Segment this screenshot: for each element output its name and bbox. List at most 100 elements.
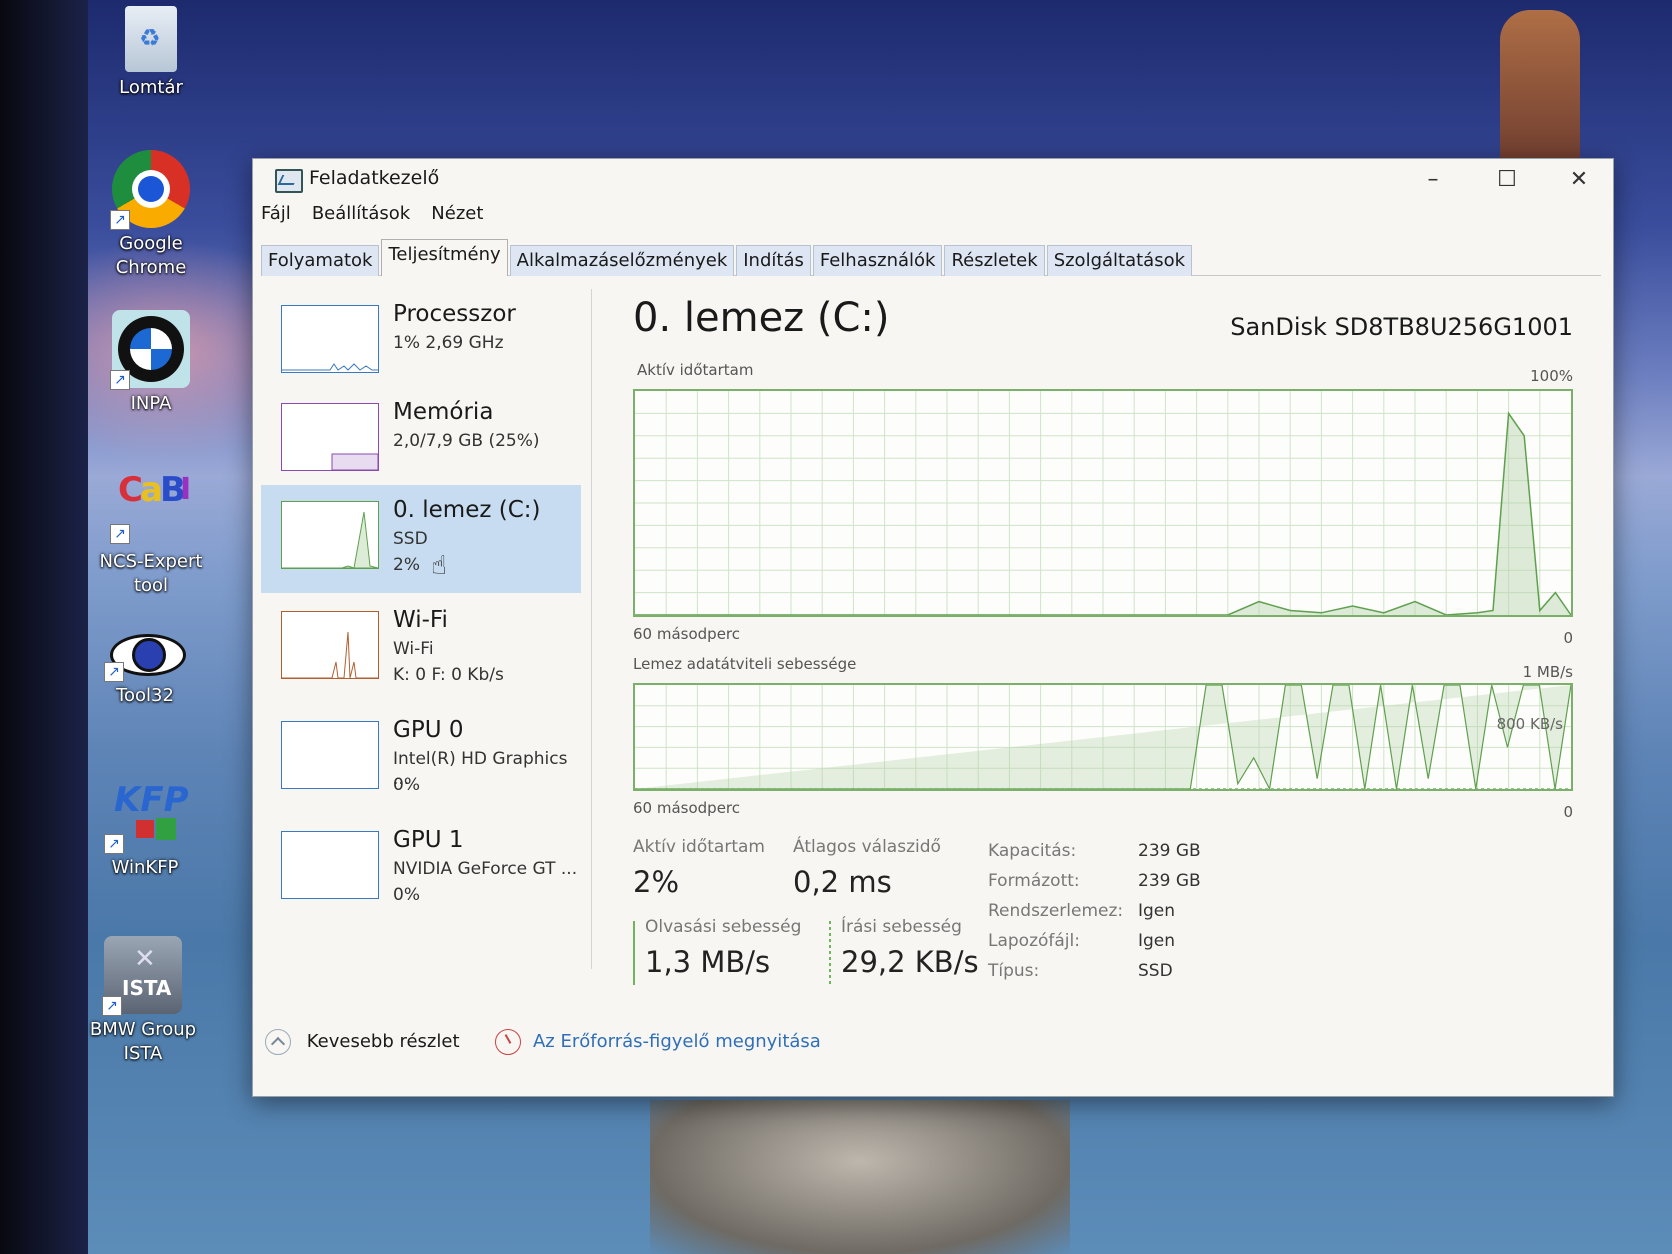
sidebar-item-value: 2% <box>393 555 420 575</box>
sidebar-item-subtitle: Wi-Fi <box>393 639 434 659</box>
sidebar-item-subtitle: NVIDIA GeForce GT ... <box>393 859 578 879</box>
task-manager-window: Feladatkezelő – ☐ ✕ Fájl Beállítások Néz… <box>252 158 1614 1097</box>
active-time-min-label: 0 <box>1563 629 1573 647</box>
eye-icon: ↗ <box>104 620 186 682</box>
sidebar-item-title: GPU 0 <box>393 717 464 743</box>
title-bar[interactable]: Feladatkezelő – ☐ ✕ <box>253 159 1613 201</box>
sidebar-item-disk-0[interactable]: 0. lemez (C:) SSD 2% ☝ <box>261 485 581 593</box>
property-type-value: SSD <box>1138 961 1173 981</box>
menu-view[interactable]: Nézet <box>431 203 483 224</box>
menu-file[interactable]: Fájl <box>261 203 291 224</box>
sidebar-item-wifi[interactable]: Wi-Fi Wi-Fi K: 0 F: 0 Kb/s <box>261 595 581 703</box>
hand-cursor-icon: ☝ <box>431 551 447 581</box>
write-speed-label: Írási sebesség <box>841 917 962 937</box>
desktop-icon-label: Tool32 <box>116 685 174 706</box>
ista-tools-icon: ISTA ✕ ↗ <box>102 936 182 1016</box>
transfer-rate-max-label: 1 MB/s <box>1522 663 1573 681</box>
sidebar-item-value: 0% <box>393 885 420 905</box>
disk-thumbnail-graph <box>281 501 379 569</box>
task-manager-app-icon <box>275 169 303 193</box>
performance-sidebar: Processzor 1% 2,69 GHz Memória 2,0/7,9 G… <box>261 289 592 969</box>
desktop-icon-recycle-bin[interactable]: ♻ Lomtár <box>86 6 216 100</box>
active-time-stat-value: 2% <box>633 865 680 899</box>
sidebar-item-gpu-0[interactable]: GPU 0 Intel(R) HD Graphics ... 0% <box>261 705 581 813</box>
sidebar-item-title: Processzor <box>393 301 516 327</box>
sidebar-item-value: K: 0 F: 0 Kb/s <box>393 665 504 685</box>
open-resource-monitor-link[interactable]: Az Erőforrás-figyelő megnyitása <box>495 1029 821 1055</box>
resource-monitor-icon <box>495 1029 522 1055</box>
shortcut-arrow-icon: ↗ <box>104 834 124 854</box>
sidebar-item-title: Wi-Fi <box>393 607 448 633</box>
bmw-logo-icon: ↗ <box>110 310 190 390</box>
sidebar-item-cpu[interactable]: Processzor 1% 2,69 GHz <box>261 289 581 397</box>
chrome-icon: ↗ <box>110 150 190 230</box>
desktop-icon-inpa[interactable]: ↗ INPA <box>86 310 216 416</box>
recycle-bin-icon: ♻ <box>125 6 177 72</box>
property-capacity-key: Kapacitás: <box>988 841 1077 861</box>
gpu1-thumbnail-graph <box>281 831 379 899</box>
property-system-disk-key: Rendszerlemez: <box>988 901 1124 921</box>
gpu0-thumbnail-graph <box>281 721 379 789</box>
shortcut-arrow-icon: ↗ <box>110 524 130 544</box>
desktop-icon-tool32[interactable]: ↗ Tool32 <box>80 620 210 708</box>
wifi-thumbnail-graph <box>281 611 379 679</box>
sidebar-item-subtitle: SSD <box>393 529 428 549</box>
desktop-icon-ncs-expert[interactable]: C a B I ↗ NCS-Expert tool <box>86 470 216 598</box>
tab-users[interactable]: Felhasználók <box>812 245 943 276</box>
shortcut-arrow-icon: ↗ <box>104 662 124 682</box>
sidebar-item-memory[interactable]: Memória 2,0/7,9 GB (25%) <box>261 387 581 495</box>
transfer-rate-duration-label: 60 másodperc <box>633 799 741 817</box>
sidebar-item-subtitle: 1% 2,69 GHz <box>393 333 504 353</box>
property-page-file-value: Igen <box>1138 931 1176 951</box>
minimize-button[interactable]: – <box>1403 163 1463 197</box>
chevron-up-icon <box>265 1029 291 1055</box>
desktop-icon-label: Google Chrome <box>115 233 187 278</box>
desktop-icon-ista[interactable]: ISTA ✕ ↗ BMW Group ISTA <box>78 936 208 1066</box>
desktop-icon-winkfp[interactable]: KFP ↗ WinKFP <box>80 780 210 880</box>
menu-settings[interactable]: Beállítások <box>312 203 410 224</box>
property-formatted-key: Formázott: <box>988 871 1080 891</box>
desktop-icon-label: NCS-Expert tool <box>99 551 203 596</box>
desktop-icon-label: Lomtár <box>119 77 183 98</box>
tab-bar: Folyamatok Teljesítmény Alkalmazáselőzmé… <box>261 239 1601 276</box>
desktop-icon-label: INPA <box>130 393 172 414</box>
cpu-thumbnail-graph <box>281 305 379 373</box>
disk-detail-panel: 0. lemez (C:) SanDisk SD8TB8U256G1001 Ak… <box>633 289 1593 989</box>
tab-services[interactable]: Szolgáltatások <box>1046 245 1193 276</box>
desktop-dark-edge <box>0 0 88 1254</box>
read-speed-indicator <box>633 921 635 985</box>
disk-model: SanDisk SD8TB8U256G1001 <box>1230 313 1573 341</box>
sidebar-item-gpu-1[interactable]: GPU 1 NVIDIA GeForce GT ... 0% <box>261 815 581 923</box>
tab-performance[interactable]: Teljesítmény <box>381 239 508 276</box>
window-title: Feladatkezelő <box>309 167 440 189</box>
tab-app-history[interactable]: Alkalmazáselőzmények <box>509 245 735 276</box>
write-speed-indicator <box>829 921 831 985</box>
fewer-details-label: Kevesebb részlet <box>306 1031 460 1052</box>
footer-bar: Kevesebb részlet Az Erőforrás-figyelő me… <box>265 1029 821 1059</box>
property-formatted-value: 239 GB <box>1138 871 1201 891</box>
tab-processes[interactable]: Folyamatok <box>261 245 380 276</box>
ncs-expert-icon: C a B I ↗ <box>110 470 191 544</box>
menu-bar: Fájl Beállítások Nézet <box>261 203 499 233</box>
property-capacity-value: 239 GB <box>1138 841 1201 861</box>
read-speed-label: Olvasási sebesség <box>645 917 802 937</box>
transfer-rate-chart: 800 KB/s <box>633 683 1573 791</box>
open-resource-monitor-label: Az Erőforrás-figyelő megnyitása <box>532 1031 821 1052</box>
sidebar-item-subtitle: 2,0/7,9 GB (25%) <box>393 431 540 451</box>
close-button[interactable]: ✕ <box>1549 163 1609 197</box>
read-speed-value: 1,3 MB/s <box>645 945 771 979</box>
tab-details[interactable]: Részletek <box>944 245 1045 276</box>
response-time-stat-value: 0,2 ms <box>793 865 892 899</box>
shortcut-arrow-icon: ↗ <box>102 996 122 1016</box>
fewer-details-button[interactable]: Kevesebb részlet <box>265 1029 465 1055</box>
tab-startup[interactable]: Indítás <box>736 245 811 276</box>
transfer-rate-chart-label: Lemez adatátviteli sebessége <box>633 655 857 673</box>
desktop-rock <box>650 1100 1070 1254</box>
desktop-icon-chrome[interactable]: ↗ Google Chrome <box>86 150 216 280</box>
sidebar-item-title: Memória <box>393 399 494 425</box>
active-time-max-label: 100% <box>1530 367 1573 385</box>
sidebar-item-title: 0. lemez (C:) <box>393 497 541 523</box>
maximize-button[interactable]: ☐ <box>1477 163 1537 197</box>
winkfp-icon: KFP ↗ <box>104 780 189 854</box>
transfer-rate-min-label: 0 <box>1563 803 1573 821</box>
